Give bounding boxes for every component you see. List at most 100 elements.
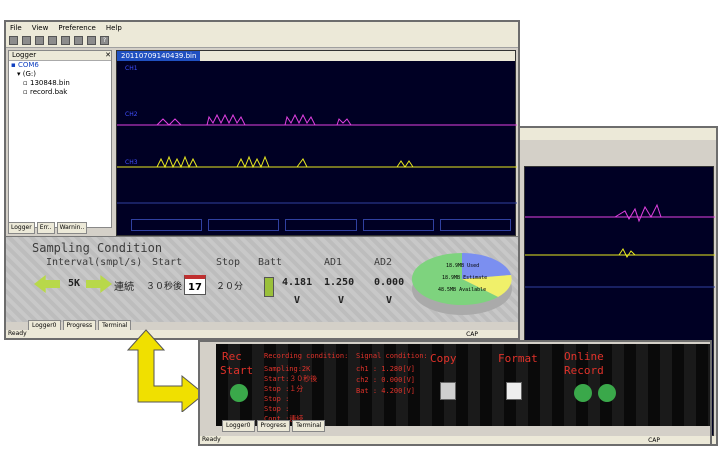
recorder-tabs: Logger0 Progress Terminal <box>222 420 326 432</box>
tab-progress[interactable]: Progress <box>256 420 291 432</box>
logger-pane: Logger ✕ ▪ COM6 ▾ (G:) ▫ 130848.bin ▫ re… <box>8 50 112 228</box>
paste-icon[interactable] <box>74 36 83 45</box>
ad1-label: AD1 <box>324 257 343 268</box>
tree-item-file[interactable]: ▫ 130848.bin <box>9 79 111 88</box>
ad1-unit: V <box>338 295 345 306</box>
value-box <box>131 219 203 231</box>
transition-arrow-icon <box>126 329 205 412</box>
recording-line: Start:３０秒後 <box>264 375 318 383</box>
open-folder-icon[interactable] <box>22 36 31 45</box>
signal-line: ch2 : 0.000[V] <box>356 376 416 384</box>
recording-lines: Sampling:2K Start:３０秒後 Stop :１分 Stop : S… <box>264 364 317 424</box>
trace-ch2-burst <box>156 155 414 169</box>
recorder-window: Rec Start Recording condition: Sampling:… <box>198 340 712 446</box>
status-cap: CAP <box>466 331 478 338</box>
recording-line: Stop :１分 <box>264 385 304 393</box>
signal-line: Bat : 4.200[V] <box>356 387 416 395</box>
ad2-label: AD2 <box>374 257 393 268</box>
recording-line: Stop : <box>264 395 290 403</box>
logger-pane-title: Logger <box>12 51 37 59</box>
battery-icon <box>264 277 274 297</box>
tree-item-file[interactable]: ▫ record.bak <box>9 88 111 97</box>
status-ready: Ready <box>8 330 27 337</box>
menu-file[interactable]: File <box>10 24 22 32</box>
interval-label: Interval(smpl/s) <box>46 257 143 268</box>
trace-ch1-burst <box>614 203 675 223</box>
value-box <box>362 219 434 231</box>
rec-label: Rec <box>222 350 242 363</box>
sampling-condition-panel: Sampling Condition Interval(smpl/s) 5K 連… <box>6 236 518 322</box>
pie-used-text: 18.9MB Used <box>446 263 479 269</box>
copy-label: Copy <box>430 352 457 365</box>
panel-title: Sampling Condition <box>32 241 163 255</box>
value-box <box>285 219 357 231</box>
tab-file[interactable]: 20110709140439.bin <box>117 51 201 61</box>
online-stop-button[interactable] <box>598 384 616 402</box>
ad2-value: 0.000 <box>374 277 405 288</box>
status-ready: Ready <box>202 436 221 443</box>
decrease-interval-icon[interactable] <box>34 275 60 293</box>
online-record-label: Record <box>564 364 604 377</box>
recording-condition-title: Recording condition: <box>264 352 349 360</box>
save-icon[interactable] <box>35 36 44 45</box>
recording-line: Stop : <box>264 405 290 413</box>
main-window: File View Preference Help ? Logger ✕ ▪ C… <box>4 20 520 340</box>
pie-available-text: 48.5MB Available <box>438 287 486 293</box>
trace-ch1-burst <box>156 113 352 126</box>
oscilloscope-view: 20110709140439.bin CH1 CH2 CH3 <box>116 50 517 236</box>
rec-start-label: Start <box>220 364 254 377</box>
format-icon[interactable] <box>506 382 522 400</box>
tab-terminal[interactable]: Terminal <box>292 420 326 432</box>
menu-help[interactable]: Help <box>106 24 122 32</box>
menubar: File View Preference Help <box>6 22 518 34</box>
interval-value: 5K <box>68 278 81 289</box>
menu-preference[interactable]: Preference <box>58 24 96 32</box>
start-record-button[interactable] <box>230 384 248 402</box>
trace-ch2-burst <box>618 248 636 258</box>
new-file-icon[interactable] <box>9 36 18 45</box>
tree-item-drive[interactable]: ▾ (G:) <box>9 70 111 79</box>
value-boxes <box>131 219 512 231</box>
value-box <box>208 219 280 231</box>
signal-line: ch1 : 1.280[V] <box>356 365 416 373</box>
tab-logger[interactable]: Logger <box>8 222 35 234</box>
tree-item-com6[interactable]: ▪ COM6 <box>9 61 111 70</box>
online-record-button[interactable] <box>574 384 592 402</box>
statusbar: Ready <box>6 330 518 338</box>
recorder-panel: Rec Start Recording condition: Sampling:… <box>216 344 710 426</box>
logger-pane-tabs: Logger Err.. Warnin.. <box>8 222 112 234</box>
logger-pane-header: Logger ✕ <box>9 51 111 61</box>
help-icon[interactable]: ? <box>100 36 109 45</box>
pane-close-icon[interactable]: ✕ <box>105 51 111 60</box>
calendar-icon[interactable]: 17 <box>184 275 206 295</box>
tab-warning[interactable]: Warnin.. <box>56 222 88 234</box>
toolbar: ? <box>6 34 518 48</box>
pie-estimate-text: 18.9MB Estimate <box>442 275 487 281</box>
scope-traces <box>117 113 517 204</box>
tab-error[interactable]: Err.. <box>36 222 55 234</box>
recorder-statusbar: Ready <box>200 436 710 444</box>
batt-unit: V <box>294 295 301 306</box>
stop-label: Stop <box>216 257 241 268</box>
secondary-menubar <box>520 128 716 140</box>
menu-view[interactable]: View <box>32 24 49 32</box>
cut-icon[interactable] <box>48 36 57 45</box>
device-tree: ▪ COM6 ▾ (G:) ▫ 130848.bin ▫ record.bak <box>9 61 111 97</box>
status-cap: CAP <box>648 437 660 444</box>
online-label: Online <box>564 350 604 363</box>
stop-value: ２０分 <box>216 282 244 292</box>
signal-condition-title: Signal condition: <box>356 352 428 360</box>
copy-disk-icon[interactable] <box>440 382 456 400</box>
increase-interval-icon[interactable] <box>86 275 112 293</box>
format-label: Format <box>498 352 538 365</box>
start-value: ３０秒後 <box>146 282 183 292</box>
ad2-unit: V <box>386 295 393 306</box>
value-box <box>439 219 512 231</box>
recording-line: Sampling:2K <box>264 365 311 373</box>
storage-pie-chart: 18.9MB Used 18.9MB Estimate 48.5MB Avail… <box>411 252 512 315</box>
print-icon[interactable] <box>87 36 96 45</box>
ad1-value: 1.250 <box>324 277 355 288</box>
copy-icon[interactable] <box>61 36 70 45</box>
tab-logger0[interactable]: Logger0 <box>222 420 255 432</box>
start-label: Start <box>152 257 183 268</box>
